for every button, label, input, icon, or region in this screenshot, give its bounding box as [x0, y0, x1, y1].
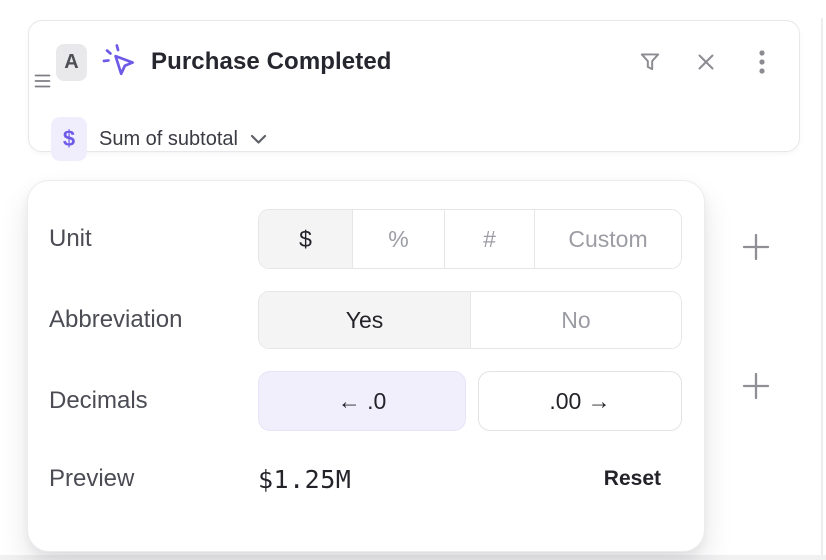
decimals-decrease-button[interactable]: ← .0 — [258, 371, 466, 431]
abbreviation-option-yes[interactable]: Yes — [259, 292, 470, 348]
filter-icon — [637, 49, 663, 75]
metric-selector[interactable]: Sum of subtotal — [99, 128, 267, 151]
drag-handle-icon[interactable] — [32, 65, 52, 97]
event-card: A Purchase Completed $ — [28, 20, 800, 152]
close-icon — [694, 50, 718, 74]
metrics-builder-panel: A Purchase Completed $ — [0, 0, 826, 560]
preview-label: Preview — [49, 449, 134, 509]
unit-option-custom[interactable]: Custom — [534, 210, 681, 268]
unit-option-number[interactable]: # — [444, 210, 534, 268]
plus-icon — [741, 371, 771, 401]
more-options-button[interactable] — [747, 47, 777, 77]
adjacent-panel-edge — [821, 18, 823, 560]
decimals-increase-button[interactable]: .00 → — [478, 371, 682, 431]
metric-unit-chip[interactable]: $ — [51, 117, 87, 161]
unit-segmented-control: $ % # Custom — [258, 209, 682, 269]
add-event-button[interactable] — [739, 369, 773, 403]
preview-value: $1.25M — [258, 449, 351, 509]
decimals-label: Decimals — [49, 371, 148, 431]
kebab-menu-icon — [750, 48, 774, 76]
metric-row: $ Sum of subtotal — [51, 117, 267, 161]
unit-label: Unit — [49, 209, 92, 269]
dollar-chip-icon: $ — [63, 126, 75, 152]
remove-event-button[interactable] — [691, 47, 721, 77]
plus-icon — [741, 232, 771, 262]
abbreviation-option-no[interactable]: No — [470, 292, 681, 348]
event-click-icon — [99, 41, 139, 81]
unit-option-dollar[interactable]: $ — [259, 210, 352, 268]
event-position-badge: A — [56, 44, 87, 81]
reset-button[interactable]: Reset — [604, 449, 661, 509]
abbreviation-label: Abbreviation — [49, 291, 182, 349]
add-metric-button[interactable] — [739, 230, 773, 264]
metric-label: Sum of subtotal — [99, 128, 238, 151]
abbreviation-segmented-control: Yes No — [258, 291, 682, 349]
event-title[interactable]: Purchase Completed — [151, 21, 392, 103]
event-actions — [635, 47, 777, 77]
unit-option-percent[interactable]: % — [352, 210, 444, 268]
filter-button[interactable] — [635, 47, 665, 77]
panel-bottom-divider — [0, 555, 826, 560]
chevron-down-icon — [250, 134, 267, 145]
format-popover: Unit $ % # Custom Abbreviation Yes No De… — [27, 180, 705, 552]
